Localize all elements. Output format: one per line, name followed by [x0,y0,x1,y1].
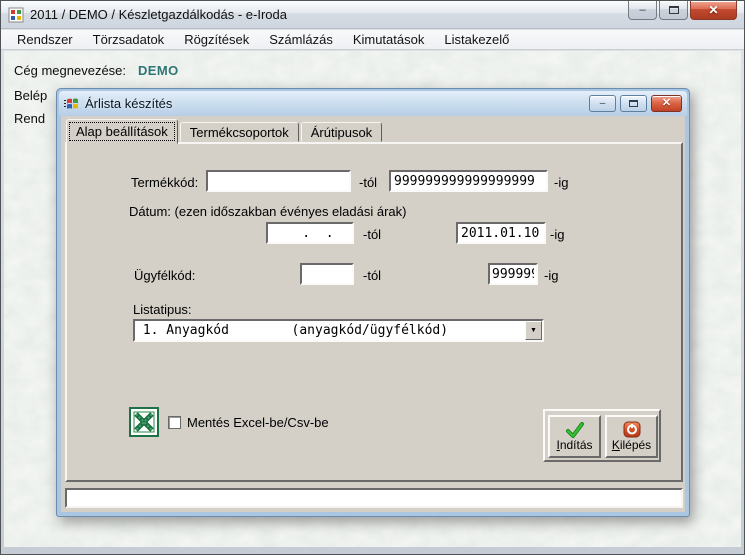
ugyfelkod-from-suffix: -tól [363,268,381,283]
tab-page-alap-beallitasok: Termékkód: -tól -ig Dátum: (ezen időszak… [65,142,683,482]
termekkod-to-suffix: -ig [554,175,568,190]
menu-item-torzsadatok[interactable]: Törzsadatok [83,30,175,49]
main-window: 2011 / DEMO / Készletgazdálkodás - e-Iro… [0,0,745,555]
dialog-titlebar[interactable]: Árlista készítés – ✕ [59,91,687,116]
listatipus-label: Listatipus: [133,302,192,317]
termekkod-to-input[interactable] [389,170,548,192]
datum-to-suffix: -ig [550,227,564,242]
ugyfelkod-to-input[interactable] [488,263,538,285]
action-button-panel: Indítás [543,409,661,462]
ugyfelkod-to-suffix: -ig [544,268,558,283]
minimize-button[interactable]: – [628,1,657,20]
app-icon [8,7,24,23]
dialog-client-area: Alap beállítások Termékcsoportok Árútipu… [61,116,685,512]
kilepes-button[interactable]: Kilépés [605,415,658,458]
dialog-close-button[interactable]: ✕ [651,95,682,112]
clipped-label-rend: Rend [14,111,45,126]
check-icon [565,422,585,438]
dialog-window-controls: – ✕ [589,95,682,112]
termekkod-from-suffix: -tól [359,175,377,190]
inditas-button-label: Indítás [556,439,592,452]
company-name-label: Cég megnevezése: [14,63,126,78]
maximize-icon [629,100,638,107]
listatipus-selected-option: 1. Anyagkód (anyagkód/ügyfélkód) [135,321,525,340]
clipped-label-belep: Belép [14,88,47,103]
kilepes-button-label: Kilépés [612,439,651,452]
ugyfelkod-from-input[interactable] [300,263,354,285]
dialog-minimize-button[interactable]: – [589,95,616,112]
menu-item-szamlazas[interactable]: Számlázás [259,30,343,49]
tab-strip: Alap beállítások Termékcsoportok Árútipu… [66,119,384,142]
close-icon: ✕ [708,4,718,16]
ugyfelkod-label: Ügyfélkód: [134,268,195,283]
excel-checkbox-label: Mentés Excel-be/Csv-be [187,415,329,430]
minimize-icon: – [600,99,606,109]
termekkod-label: Termékkód: [131,175,198,190]
inditas-button[interactable]: Indítás [548,415,601,458]
windows-logo-icon [64,96,80,112]
minimize-icon: – [639,5,645,16]
company-name-value: DEMO [138,63,179,78]
excel-icon [129,407,159,437]
menu-item-rendszer[interactable]: Rendszer [7,30,83,49]
listatipus-dropdown[interactable]: 1. Anyagkód (anyagkód/ügyfélkód) ▼ [133,319,544,342]
power-icon [623,421,641,438]
dialog-status-bar [65,488,683,508]
menu-item-kimutatasok[interactable]: Kimutatások [343,30,435,49]
maximize-button[interactable] [659,1,688,20]
termekkod-from-input[interactable] [206,170,351,192]
dialog-title: Árlista készítés [85,96,172,111]
datum-from-input[interactable] [266,222,354,244]
menu-item-listakezelo[interactable]: Listakezelő [434,30,519,49]
excel-checkbox[interactable] [168,416,181,429]
dropdown-arrow-button[interactable]: ▼ [525,321,542,340]
datum-to-input[interactable] [456,222,546,244]
main-window-controls: – ✕ [628,1,737,20]
arlista-dialog: Árlista készítés – ✕ Alap beállítások Te… [56,88,690,517]
tab-alap-beallitasok[interactable]: Alap beállítások [66,119,178,144]
datum-from-suffix: -tól [363,227,381,242]
close-button[interactable]: ✕ [690,1,737,20]
dialog-maximize-button[interactable] [620,95,647,112]
menu-item-rogzitesek[interactable]: Rögzítések [174,30,259,49]
maximize-icon [669,6,679,14]
chevron-down-icon: ▼ [530,327,537,334]
close-icon: ✕ [662,98,671,109]
menu-bar: Rendszer Törzsadatok Rögzítések Számlázá… [1,30,744,50]
datum-label: Dátum: (ezen időszakban évényes eladási … [129,204,406,219]
tab-termekcsoportok[interactable]: Termékcsoportok [180,122,299,142]
tab-arutipusok[interactable]: Árútipusok [301,122,382,142]
window-title: 2011 / DEMO / Készletgazdálkodás - e-Iro… [30,7,287,22]
